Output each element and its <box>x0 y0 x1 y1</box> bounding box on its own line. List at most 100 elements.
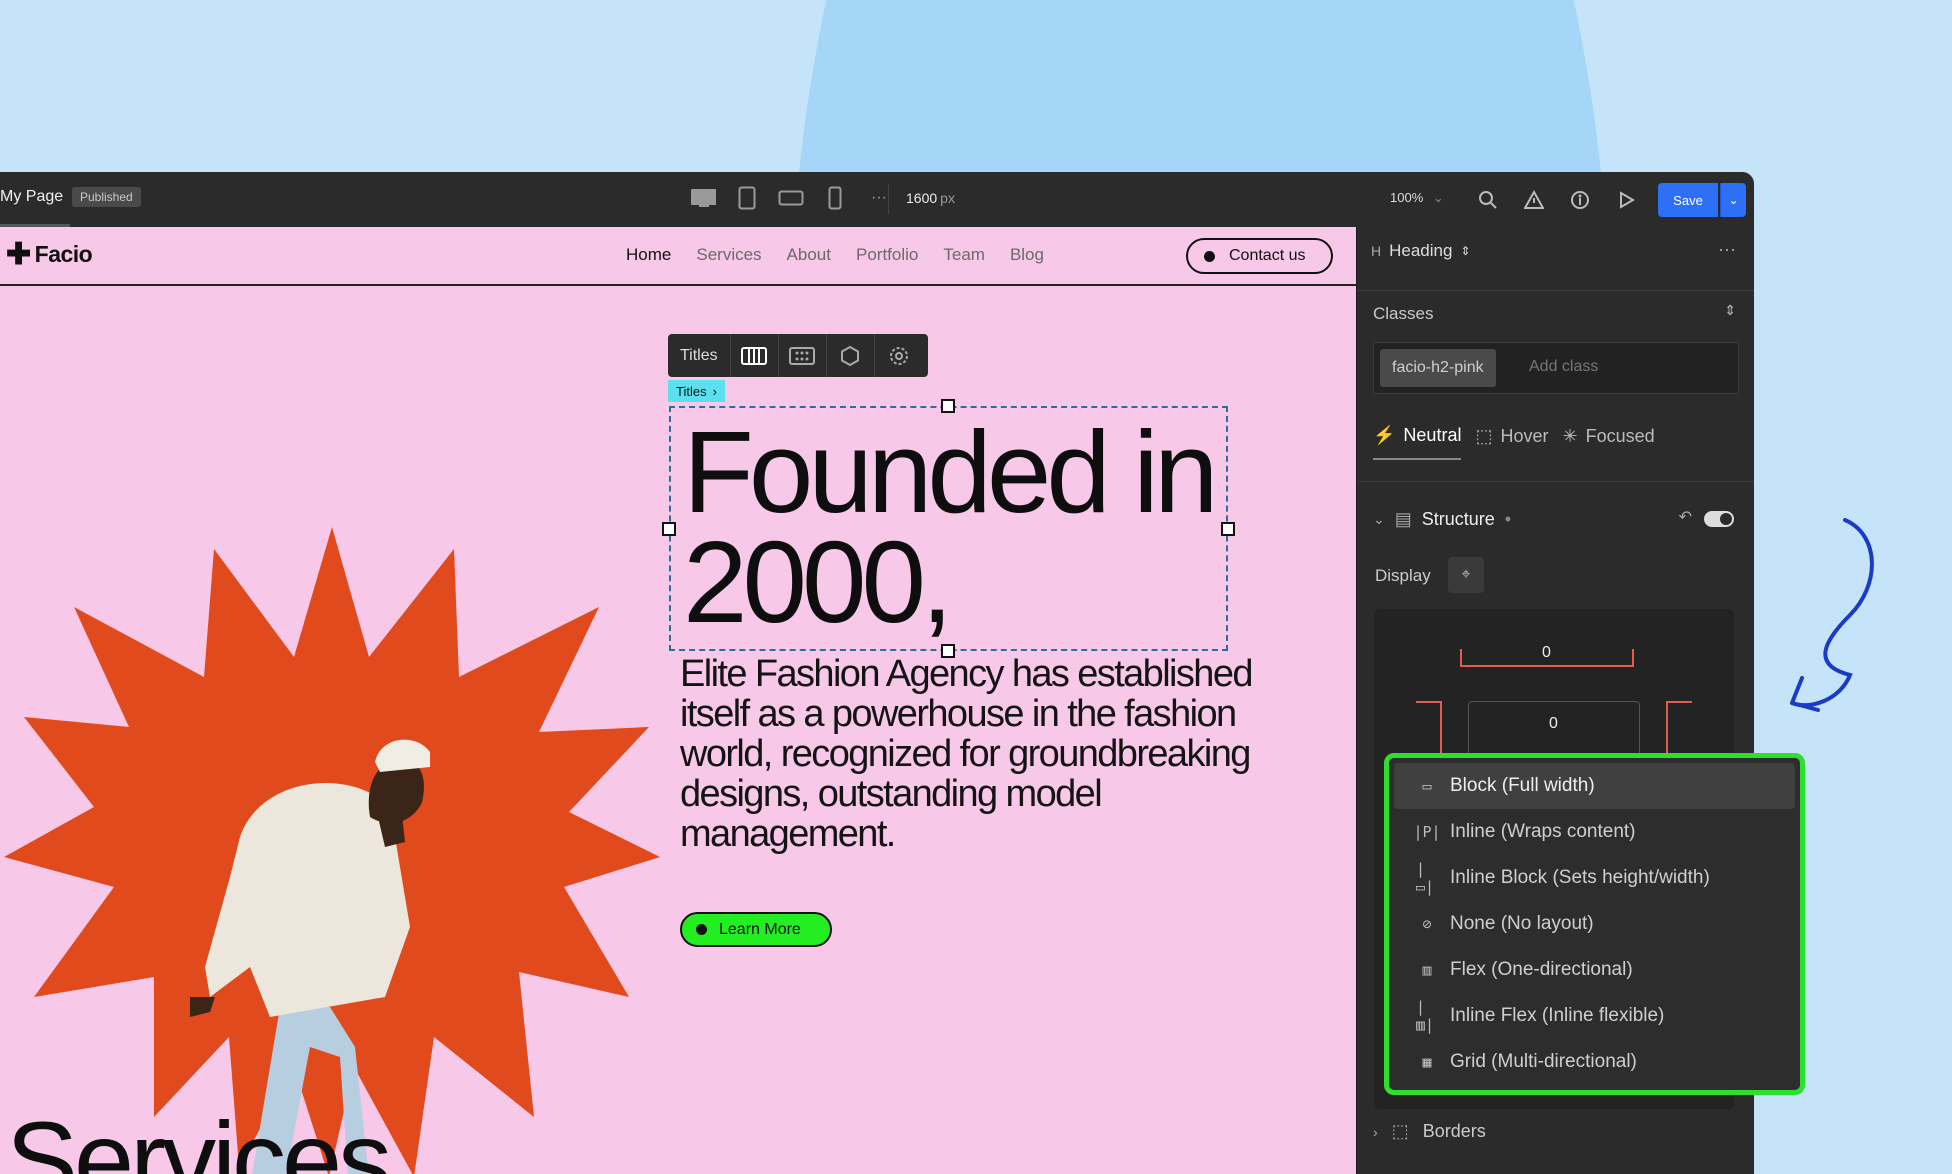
borders-label: Borders <box>1422 1121 1486 1141</box>
tab-hover-label: Hover <box>1500 426 1549 446</box>
display-option-label: Inline Block (Sets height/width) <box>1450 867 1710 888</box>
element-type-selector[interactable]: H Heading ⇕ <box>1371 241 1471 261</box>
borders-section-header[interactable]: › ⬚ Borders <box>1373 1121 1486 1142</box>
toolbar-divider <box>888 184 889 214</box>
device-selector: ··· <box>690 185 892 211</box>
warning-icon[interactable] <box>1518 184 1550 216</box>
status-badge: Published <box>72 187 141 207</box>
focused-sparkle-icon: ✳ <box>1562 426 1578 446</box>
display-dropdown-menu: ▭ Block (Full width) |P| Inline (Wraps cont… <box>1384 753 1805 1095</box>
structure-toggle[interactable] <box>1704 511 1734 527</box>
nav-link-about[interactable]: About <box>787 245 831 265</box>
display-mode-icon[interactable]: ⌖ <box>1448 557 1484 593</box>
desktop-icon[interactable] <box>690 185 716 211</box>
state-tabs: ⚡ Neutral ⬚ Hover ✳ Focused <box>1373 425 1655 460</box>
margin-top-value[interactable]: 0 <box>1542 644 1551 662</box>
page-name[interactable]: My Page <box>0 188 63 206</box>
save-options-chevron-icon[interactable]: ⌄ <box>1720 183 1746 217</box>
flex-layout-icon[interactable] <box>731 334 779 377</box>
mobile-landscape-icon[interactable] <box>778 185 804 211</box>
more-options-icon[interactable]: ··· <box>1718 239 1736 260</box>
hero-heading[interactable]: Founded in 2000, <box>683 414 1303 640</box>
panel-divider <box>1357 481 1754 482</box>
hero-paragraph[interactable]: Elite Fashion Agency has established its… <box>680 654 1320 854</box>
hover-cursor-icon: ⬚ <box>1475 426 1493 446</box>
flex-icon: ▥ <box>1422 961 1432 979</box>
grid-icon: ▦ <box>1422 1053 1432 1071</box>
zoom-value: 100% <box>1390 190 1424 205</box>
tab-neutral[interactable]: ⚡ Neutral <box>1373 425 1462 460</box>
class-selector[interactable]: facio-h2-pink Add class <box>1373 342 1739 394</box>
nav-link-home[interactable]: Home <box>626 245 671 265</box>
add-class-input[interactable]: Add class <box>1529 358 1598 376</box>
accessibility-icon[interactable] <box>1564 184 1596 216</box>
display-option-label: Inline Flex (Inline flexible) <box>1450 1005 1665 1026</box>
structure-label: Structure <box>1421 509 1495 529</box>
display-option-inline-block[interactable]: |▭| Inline Block (Sets height/width) <box>1394 855 1795 901</box>
contact-button[interactable]: Contact us <box>1186 238 1333 274</box>
nav-link-portfolio[interactable]: Portfolio <box>856 245 918 265</box>
none-icon: ⊘ <box>1422 915 1432 933</box>
zoom-select[interactable]: 100% ⌄ <box>1390 190 1444 206</box>
expand-collapse-icon[interactable]: ⇕ <box>1724 302 1736 319</box>
display-option-label: Block (Full width) <box>1450 775 1595 796</box>
tool-icons <box>1472 184 1642 216</box>
logo-mark-icon: ✚ <box>6 237 31 271</box>
component-icon[interactable] <box>827 334 875 377</box>
element-toolbar: Titles <box>668 334 928 377</box>
chevron-down-icon: ⌄ <box>1373 511 1385 527</box>
resize-handle-left[interactable] <box>662 522 676 536</box>
services-heading[interactable]: Services <box>6 1097 392 1174</box>
tab-hover[interactable]: ⬚ Hover <box>1475 425 1548 460</box>
design-canvas[interactable]: ✚ Facio Home Services About Portfolio Tea… <box>0 227 1356 1174</box>
preview-play-icon[interactable] <box>1610 184 1642 216</box>
classes-label: Classes <box>1373 304 1434 323</box>
site-nav-links: Home Services About Portfolio Team Blog <box>626 245 1044 265</box>
element-toolbar-label[interactable]: Titles <box>668 334 731 377</box>
logo-text: Facio <box>34 241 93 267</box>
modified-dot: • <box>1504 509 1512 529</box>
mobile-portrait-icon[interactable] <box>822 185 848 211</box>
tablet-icon[interactable] <box>734 185 760 211</box>
display-option-flex[interactable]: ▥ Flex (One-directional) <box>1394 947 1795 993</box>
search-icon[interactable] <box>1472 184 1504 216</box>
nav-link-services[interactable]: Services <box>696 245 761 265</box>
reset-icon[interactable]: ↶ <box>1679 507 1692 527</box>
grid-layout-icon[interactable] <box>779 334 827 377</box>
display-option-label: Flex (One-directional) <box>1450 959 1633 980</box>
chevron-right-icon: › <box>1373 1123 1378 1140</box>
chevron-down-icon: ⌄ <box>1432 190 1444 205</box>
inline-flex-icon: |▥| <box>1416 998 1435 1034</box>
inline-icon: |P| <box>1413 823 1441 841</box>
class-tag[interactable]: facio-h2-pink <box>1380 349 1496 387</box>
display-option-none[interactable]: ⊘ None (No layout) <box>1394 901 1795 947</box>
nav-link-blog[interactable]: Blog <box>1010 245 1044 265</box>
display-option-inline[interactable]: |P| Inline (Wraps content) <box>1394 809 1795 855</box>
display-option-inline-flex[interactable]: |▥| Inline Flex (Inline flexible) <box>1394 993 1795 1039</box>
site-logo[interactable]: ✚ Facio <box>6 237 93 271</box>
save-button[interactable]: Save <box>1658 183 1718 217</box>
display-option-block[interactable]: ▭ Block (Full width) <box>1394 763 1795 809</box>
breadcrumb-label: Titles <box>676 383 707 399</box>
settings-gear-icon[interactable] <box>875 334 923 377</box>
padding-top-value[interactable]: 0 <box>1549 715 1558 733</box>
display-label: Display <box>1375 566 1431 585</box>
dot-icon <box>1204 250 1215 262</box>
canvas-width-unit: px <box>940 190 955 206</box>
contact-label: Contact us <box>1229 247 1306 264</box>
inline-block-icon: |▭| <box>1416 860 1435 896</box>
nav-link-team[interactable]: Team <box>943 245 985 265</box>
display-option-label: Grid (Multi-directional) <box>1450 1051 1637 1072</box>
canvas-width-readout[interactable]: 1600 px <box>906 190 955 206</box>
dot-icon <box>696 924 707 935</box>
borders-icon: ⬚ <box>1391 1121 1409 1141</box>
chevron-right-icon: › <box>712 383 717 399</box>
panel-divider <box>1357 290 1754 291</box>
display-option-grid[interactable]: ▦ Grid (Multi-directional) <box>1394 1039 1795 1085</box>
display-option-label: None (No layout) <box>1450 913 1594 934</box>
learn-more-button[interactable]: Learn More <box>680 912 832 947</box>
tab-focused[interactable]: ✳ Focused <box>1562 425 1654 460</box>
selected-element-breadcrumb[interactable]: Titles › <box>668 380 725 402</box>
site-navbar: ✚ Facio Home Services About Portfolio Tea… <box>0 227 1356 286</box>
element-type-label: Heading <box>1389 241 1453 260</box>
